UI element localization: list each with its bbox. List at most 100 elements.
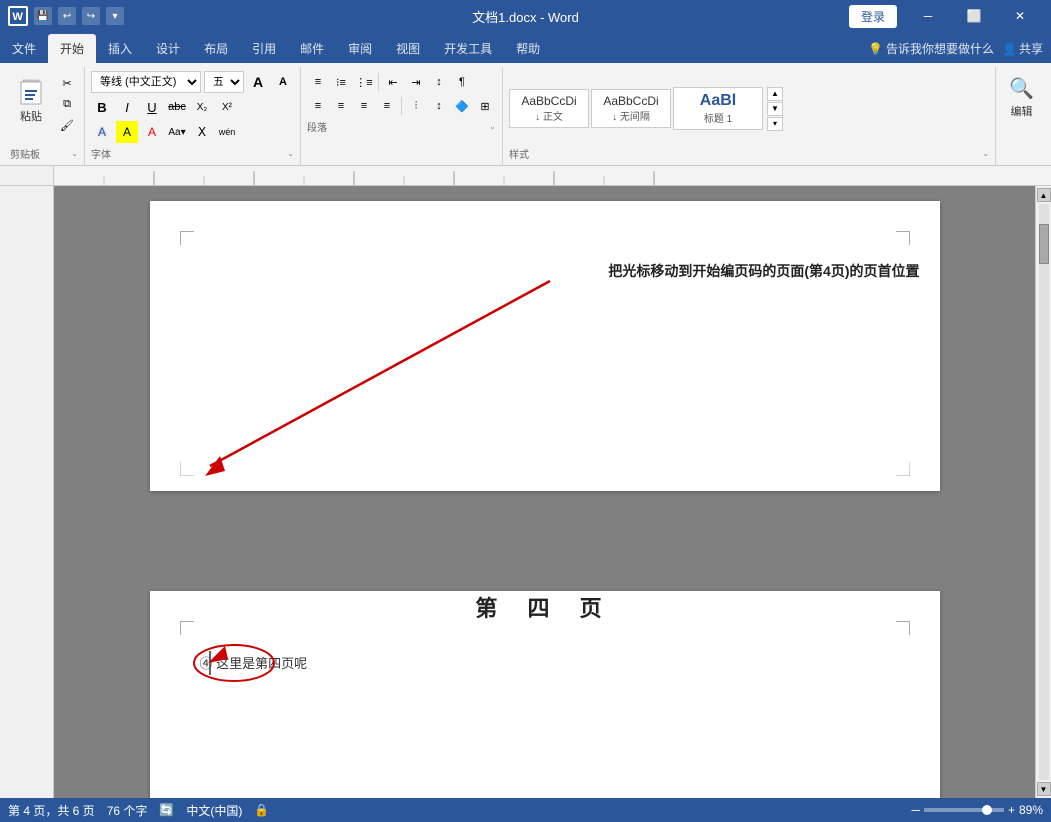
line-spacing-button[interactable]: ↕ [428,95,450,117]
zoom-level: 89% [1019,803,1043,817]
justify-button[interactable]: ≡ [376,95,398,117]
status-right: ─ + 89% [911,803,1043,817]
status-bar: 第 4 页，共 6 页 76 个字 🔄 中文(中国) 🔒 ─ + 89% [0,798,1051,822]
zoom-out-button[interactable]: ─ [911,803,920,817]
undo-button[interactable]: ↩ [58,7,76,25]
style-heading1[interactable]: AaBl 标题 1 [673,87,763,130]
main-area: 把光标移动到开始编页码的页面(第4页)的页首位置 [0,186,1051,798]
align-center-button[interactable]: ≡ [330,95,352,117]
paragraph-expand-button[interactable]: ⌄ [489,122,496,131]
zoom-slider[interactable] [924,808,1004,812]
minimize-button[interactable]: ─ [905,0,951,32]
tab-design[interactable]: 设计 [144,34,192,63]
tab-home[interactable]: 开始 [48,34,96,63]
page-info: 第 4 页，共 6 页 [8,802,95,819]
tab-references[interactable]: 引用 [240,34,288,63]
numbered-list-button[interactable]: ⁝≡ [330,71,352,93]
align-right-button[interactable]: ≡ [353,95,375,117]
styles-group: AaBbCcDi ↓ 正文 AaBbCcDi ↓ 无间隔 AaBl 标题 1 ▲… [503,67,996,165]
paragraph-group: ≡ ⁝≡ ⋮≡ ⇤ ⇥ ↕ ¶ ≡ ≡ ≡ ≡ ⫶ ↕ 🔷 ⊞ 段 [301,67,503,165]
paste-button[interactable]: 粘贴 [10,73,52,127]
phonetic-button[interactable]: wén [216,121,238,143]
document-scroll[interactable]: 把光标移动到开始编页码的页面(第4页)的页首位置 [54,186,1035,798]
document-area[interactable]: 把光标移动到开始编页码的页面(第4页)的页首位置 [54,186,1035,798]
tab-view[interactable]: 视图 [384,34,432,63]
subscript-button[interactable]: X₂ [191,96,213,118]
tab-insert[interactable]: 插入 [96,34,144,63]
login-button[interactable]: 登录 [849,5,897,28]
scroll-down-button[interactable]: ▼ [1037,782,1051,796]
underline-button[interactable]: U [141,96,163,118]
shading-button[interactable]: 🔷 [451,95,473,117]
tab-help[interactable]: 帮助 [504,34,552,63]
zoom-control[interactable]: ─ + 89% [911,803,1043,817]
font-color-button[interactable]: A [141,121,163,143]
share-icon: 👤 [1002,42,1017,56]
change-case-button[interactable]: Aa▾ [166,121,188,143]
styles-scroll-down[interactable]: ▼ [767,102,783,116]
bold-button[interactable]: B [91,96,113,118]
text-effect-button[interactable]: A [91,121,113,143]
bullet-list-button[interactable]: ≡ [307,71,329,93]
font-expand-button[interactable]: ⌄ [287,149,294,158]
clipboard-expand-button[interactable]: ⌄ [71,149,78,158]
save-button[interactable]: 💾 [34,7,52,25]
format-painter-button[interactable]: 🖌 [56,115,78,135]
share-button[interactable]: 👤 共享 [1002,40,1043,57]
track-changes-icon: 🔄 [159,803,174,817]
highlight-button[interactable]: A [116,121,138,143]
italic-button[interactable]: I [116,96,138,118]
editing-button[interactable]: 🔍 编辑 [1004,71,1039,124]
decrease-indent-button[interactable]: ⇤ [382,71,404,93]
word-count: 76 个字 [107,802,148,819]
ruler-corner [0,166,54,185]
sort-button[interactable]: ↕ [428,71,450,93]
align-left-button[interactable]: ≡ [307,95,329,117]
title-bar-left: W 💾 ↩ ↪ ▾ [8,6,124,26]
tab-file[interactable]: 文件 [0,34,48,63]
font-shrink-button[interactable]: A [272,71,294,93]
scroll-up-button[interactable]: ▲ [1037,188,1051,202]
column-button[interactable]: ⫶ [405,95,427,117]
font-size-select[interactable]: 五号 [204,71,244,93]
tab-review[interactable]: 审阅 [336,34,384,63]
customize-button[interactable]: ▾ [106,7,124,25]
vertical-scrollbar[interactable]: ▲ ▼ [1035,186,1051,798]
multilevel-list-button[interactable]: ⋮≡ [353,71,375,93]
zoom-slider-thumb[interactable] [982,805,992,815]
scroll-thumb[interactable] [1039,224,1049,264]
redo-button[interactable]: ↪ [82,7,100,25]
tab-mailings[interactable]: 邮件 [288,34,336,63]
font-name-select[interactable]: 等线 (中文正文) [91,71,201,93]
word-icon: W [8,6,28,26]
styles-expand-button[interactable]: ⌄ [982,149,989,158]
border-button[interactable]: ⊞ [474,95,496,117]
strikethrough-button[interactable]: abc [166,96,188,118]
clipboard-group: 粘贴 ✂ ⧉ 🖌 剪贴板 ⌄ [4,67,85,165]
tell-me-button[interactable]: 💡 告诉我你想要做什么 [868,40,994,57]
clear-format-button[interactable]: Ⅹ [191,121,213,143]
clipboard-small-buttons: ✂ ⧉ 🖌 [56,73,78,135]
style-normal[interactable]: AaBbCcDi ↓ 正文 [509,89,589,128]
style-no-spacing[interactable]: AaBbCcDi ↓ 无间隔 [591,89,671,128]
language: 中文(中国) [186,802,242,819]
font-grow-button[interactable]: A [247,71,269,93]
page-2: 第 四 页 ④ 这里是第四页呢 Baidu经验 [150,591,940,798]
increase-indent-button[interactable]: ⇥ [405,71,427,93]
restore-button[interactable]: ⬜ [951,0,997,32]
cut-button[interactable]: ✂ [56,73,78,93]
styles-scroll-up[interactable]: ▲ [767,87,783,101]
tab-layout[interactable]: 布局 [192,34,240,63]
close-button[interactable]: ✕ [997,0,1043,32]
styles-expand[interactable]: ▾ [767,117,783,131]
copy-button[interactable]: ⧉ [56,94,78,114]
scroll-track[interactable] [1039,204,1049,780]
font-group: 等线 (中文正文) 五号 A A B I U abc X₂ X² A A A [85,67,301,165]
superscript-button[interactable]: X² [216,96,238,118]
show-marks-button[interactable]: ¶ [451,71,473,93]
window-title: 文档1.docx - Word [472,7,579,26]
editing-label: 编辑 [1011,103,1033,119]
styles-label-row: 样式 ⌄ [509,146,989,161]
zoom-in-button[interactable]: + [1008,803,1015,817]
tab-developer[interactable]: 开发工具 [432,34,504,63]
